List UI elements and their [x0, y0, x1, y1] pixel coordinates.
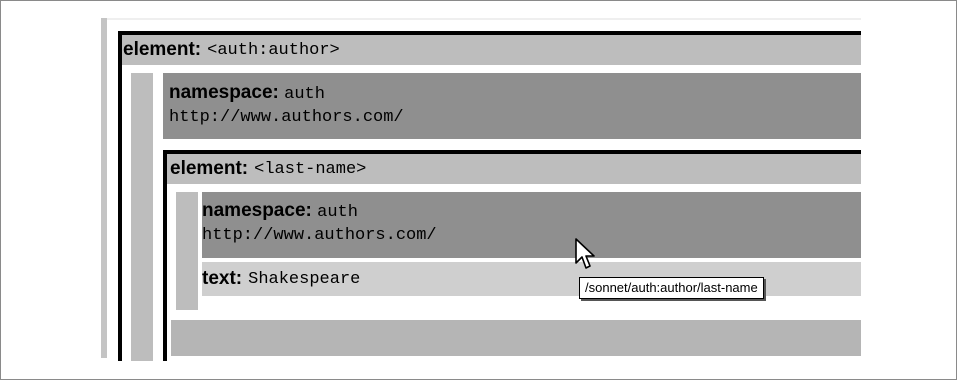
nesting-gutter	[176, 192, 198, 310]
arrow-cursor-icon	[575, 238, 595, 269]
element-footer	[171, 320, 861, 356]
element-auth-author[interactable]: element: <auth:author> namespace: auth h…	[118, 31, 861, 361]
nesting-gutter	[131, 73, 153, 361]
xpath-tooltip: /sonnet/auth:author/last-name	[579, 277, 764, 299]
screenshot-frame: element: <auth:author> namespace: auth h…	[0, 0, 957, 380]
namespace-node-outer[interactable]: namespace: auth http://www.authors.com/	[163, 73, 861, 139]
element-keyword: element:	[170, 158, 249, 179]
text-value: Shakespeare	[248, 269, 361, 289]
namespace-uri: http://www.authors.com/	[169, 108, 404, 127]
element-tag-name: <last-name>	[254, 159, 367, 179]
element-header-last-name[interactable]: element: <last-name>	[167, 154, 861, 184]
element-header-auth-author[interactable]: element: <auth:author>	[122, 35, 861, 65]
namespace-node-inner[interactable]: namespace: auth http://www.authors.com/	[202, 192, 861, 258]
namespace-uri: http://www.authors.com/	[202, 226, 437, 245]
element-last-name[interactable]: element: <last-name> namespace: auth htt…	[163, 150, 861, 361]
tree-view: element: <auth:author> namespace: auth h…	[118, 31, 861, 361]
element-keyword: element:	[123, 39, 202, 60]
namespace-keyword: namespace:	[169, 82, 279, 103]
top-page-line	[107, 18, 861, 20]
text-keyword: text:	[202, 268, 243, 289]
element-tag-name: <auth:author>	[207, 40, 340, 60]
namespace-keyword: namespace:	[202, 200, 312, 221]
namespace-prefix: auth	[284, 85, 325, 104]
namespace-prefix: auth	[317, 203, 358, 222]
left-page-rule	[101, 18, 107, 358]
